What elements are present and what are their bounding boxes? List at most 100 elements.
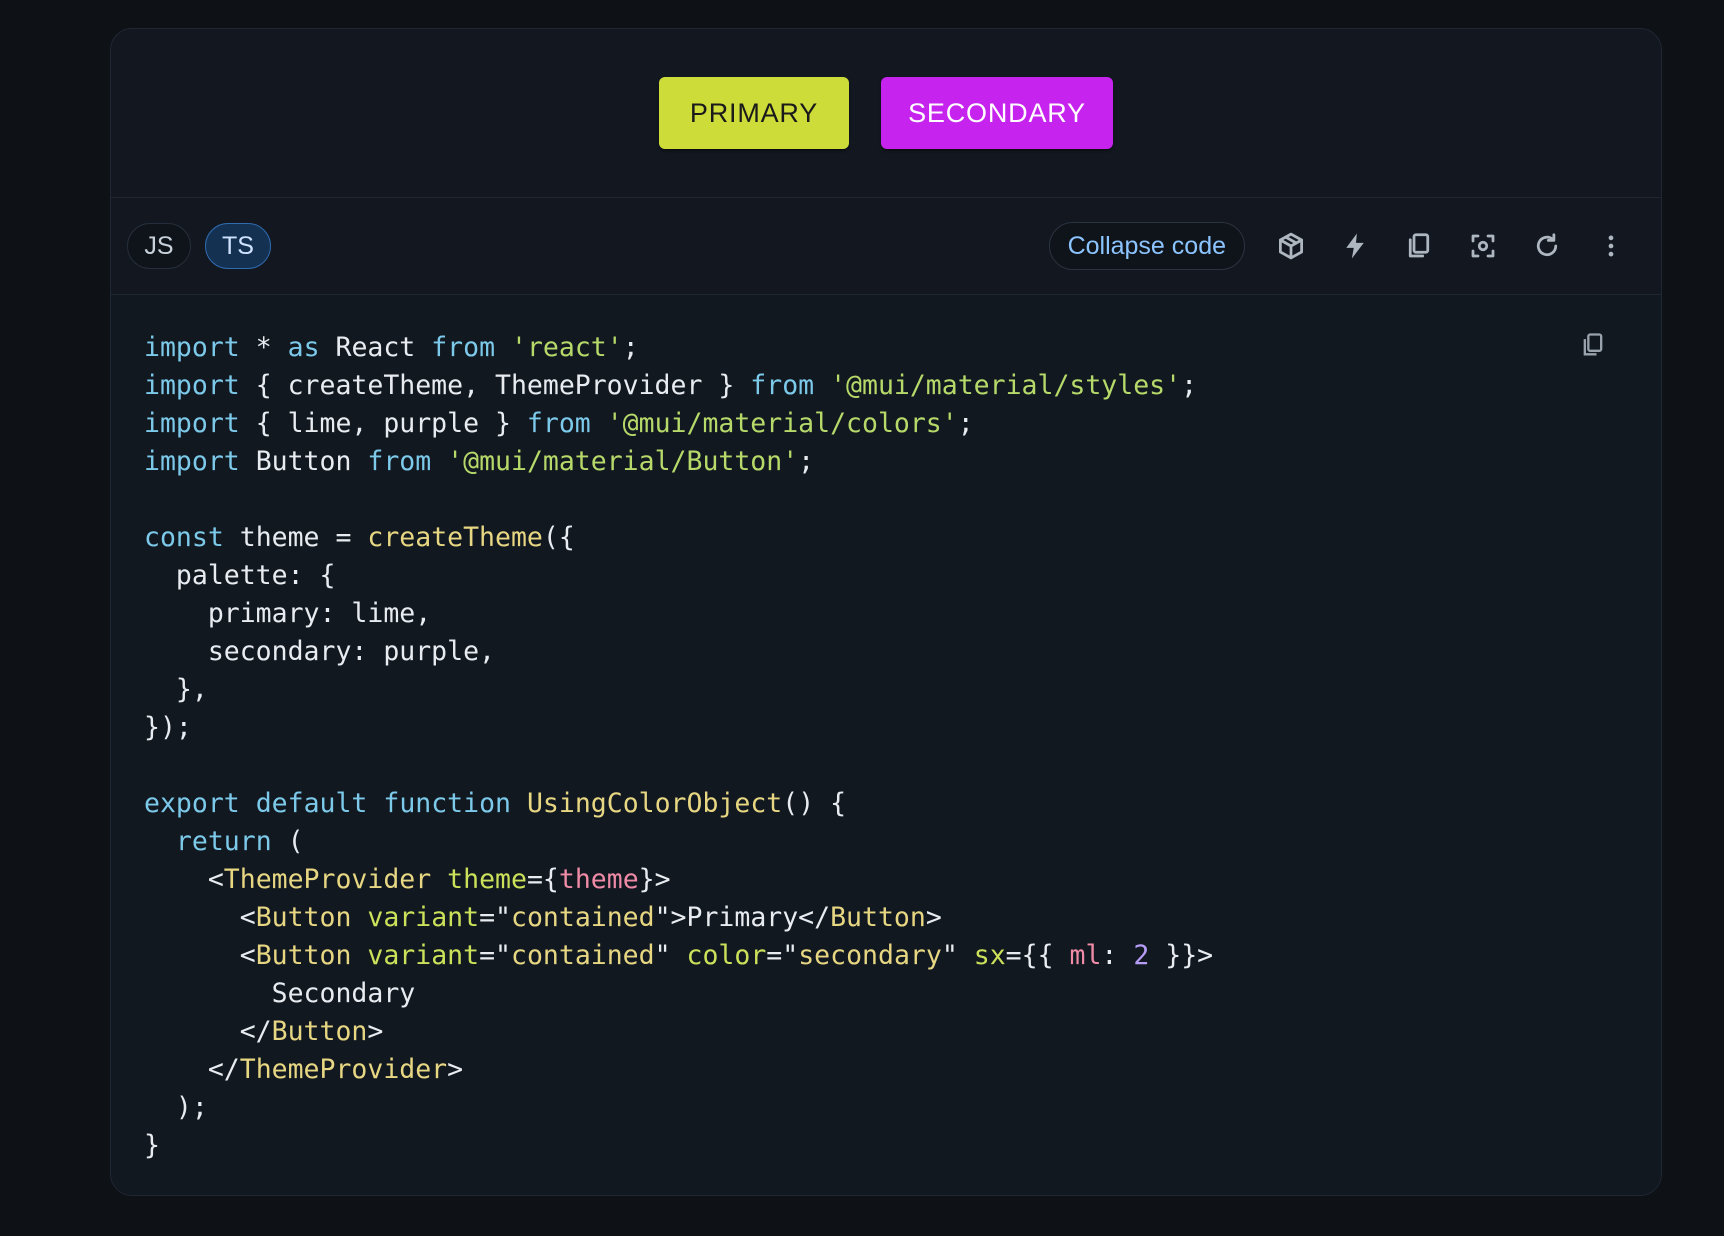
code-line: <Button variant="contained">Primary</But…: [144, 899, 1661, 937]
code-token: React: [319, 332, 432, 363]
code-line: </Button>: [144, 1013, 1661, 1051]
code-token: from: [431, 332, 496, 363]
code-line: import * as React from 'react';: [144, 329, 1661, 367]
code-token: ThemeProvider: [223, 864, 432, 895]
code-line: secondary: purple,: [144, 633, 1661, 671]
collapse-code-button[interactable]: Collapse code: [1048, 222, 1245, 270]
codesandbox-icon: [1279, 232, 1303, 260]
code-line: );: [144, 1089, 1661, 1127]
code-token: ">Primary</: [654, 902, 831, 933]
code-line: });: [144, 709, 1661, 747]
reset-focus-button[interactable]: [1451, 222, 1515, 270]
code-line: <Button variant="contained" color="secon…: [144, 937, 1661, 975]
code-token: ": [941, 940, 974, 971]
lang-ts-button[interactable]: TS: [205, 223, 271, 269]
code-token: ={: [526, 864, 559, 895]
code-token: Button: [255, 940, 352, 971]
code-token: contained: [511, 902, 655, 933]
code-token: (: [271, 826, 304, 857]
code-token: theme: [447, 864, 527, 895]
code-token: function: [383, 788, 511, 819]
code-token: =": [766, 940, 799, 971]
code-line: }: [144, 1127, 1661, 1165]
code-token: <: [144, 864, 224, 895]
code-block: import * as React from 'react'; import { …: [111, 295, 1661, 1195]
code-line: <ThemeProvider theme={theme}>: [144, 861, 1661, 899]
more-options-button[interactable]: [1579, 222, 1643, 270]
reset-focus-icon: [1471, 234, 1495, 258]
code-line: return (: [144, 823, 1661, 861]
toolbar-actions: Collapse code: [1048, 222, 1643, 270]
copy-code-button[interactable]: [1573, 325, 1613, 365]
code-token: const: [144, 522, 224, 553]
code-line: import { lime, purple } from '@mui/mater…: [144, 405, 1661, 443]
secondary-button[interactable]: Secondary: [881, 77, 1113, 149]
code-token: );: [144, 1092, 208, 1123]
code-token: variant: [367, 940, 480, 971]
code-token: color: [686, 940, 767, 971]
code-token: <: [144, 902, 256, 933]
code-token: });: [144, 712, 192, 743]
code-token: >: [447, 1054, 464, 1085]
code-token: contained: [511, 940, 655, 971]
code-token: secondary: purple,: [144, 636, 495, 667]
code-token: }>: [638, 864, 671, 895]
code-token: ;: [798, 446, 815, 477]
code-token: return: [175, 826, 272, 857]
code-listing: import * as React from 'react'; import { …: [144, 329, 1661, 1165]
code-token: ({: [542, 522, 575, 553]
code-token: <: [144, 940, 256, 971]
code-token: ;: [1181, 370, 1198, 401]
code-token: Button: [830, 902, 926, 933]
code-token: '@mui/material/colors': [606, 408, 958, 439]
demo-preview: Primary Secondary: [111, 29, 1661, 198]
code-token: '@mui/material/styles': [830, 370, 1182, 401]
code-token: palette: {: [144, 560, 336, 591]
code-token: '@mui/material/Button': [447, 446, 799, 477]
code-token: },: [144, 674, 208, 705]
code-token: =": [479, 940, 511, 971]
lang-js-button[interactable]: JS: [127, 223, 191, 269]
more-vert-icon: [1608, 235, 1614, 257]
reset-demo-button[interactable]: [1515, 222, 1579, 270]
code-token: ": [654, 940, 687, 971]
code-token: 'react': [511, 332, 623, 363]
code-token: ;: [622, 332, 639, 363]
codesandbox-button[interactable]: [1259, 222, 1323, 270]
code-token: import: [144, 370, 240, 401]
stackblitz-bolt-icon: [1346, 233, 1364, 259]
code-token: from: [750, 370, 815, 401]
code-token: UsingColorObject: [526, 788, 783, 819]
primary-button[interactable]: Primary: [659, 77, 849, 149]
code-line: palette: {: [144, 557, 1661, 595]
refresh-icon: [1536, 233, 1558, 257]
code-token: variant: [367, 902, 480, 933]
copy-source-button[interactable]: [1387, 222, 1451, 270]
code-token: as: [287, 332, 320, 363]
code-token: >: [925, 902, 942, 933]
code-token: () {: [782, 788, 847, 819]
code-line: export default function UsingColorObject…: [144, 785, 1661, 823]
code-token: { lime, purple }: [239, 408, 527, 439]
code-token: </: [144, 1054, 240, 1085]
code-line: </ThemeProvider>: [144, 1051, 1661, 1089]
code-token: Secondary: [144, 978, 416, 1009]
language-toggle: JS TS: [127, 223, 271, 269]
code-line: Secondary: [144, 975, 1661, 1013]
code-line: },: [144, 671, 1661, 709]
code-token: primary: lime,: [144, 598, 432, 629]
stackblitz-button[interactable]: [1323, 222, 1387, 270]
code-token: Button: [255, 902, 352, 933]
code-token: ThemeProvider: [239, 1054, 448, 1085]
code-token: ={{: [1005, 940, 1070, 971]
code-line: primary: lime,: [144, 595, 1661, 633]
